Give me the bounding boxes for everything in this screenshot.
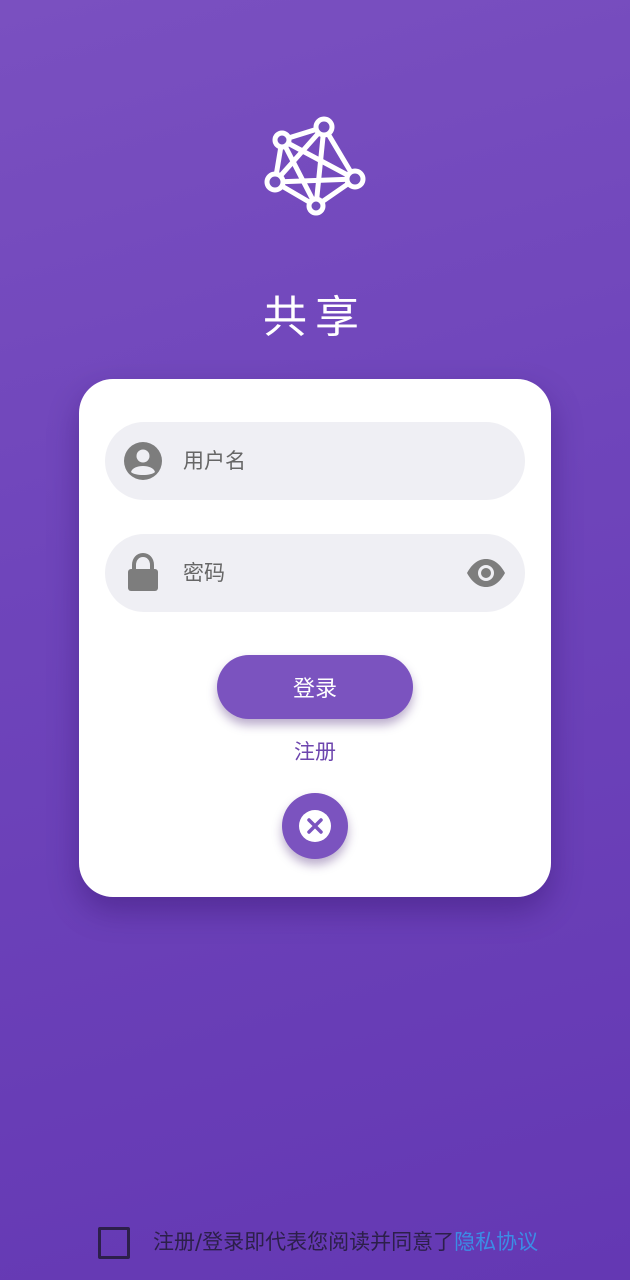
username-input[interactable] [183, 422, 453, 500]
login-button[interactable]: 登录 [217, 655, 413, 719]
username-field [105, 422, 525, 500]
password-field [105, 534, 525, 612]
login-card: 登录 注册 [79, 379, 551, 897]
network-graph-icon [264, 116, 366, 216]
agreement-checkbox[interactable] [98, 1227, 130, 1259]
agreement-row: 注册/登录即代表您阅读并同意了隐私协议 [98, 1225, 578, 1259]
privacy-policy-link[interactable]: 隐私协议 [454, 1230, 538, 1254]
close-circle-icon [299, 810, 331, 842]
eye-icon[interactable] [465, 556, 507, 590]
app-title: 共享 [263, 292, 367, 343]
lock-icon [128, 553, 158, 591]
agreement-text: 注册/登录即代表您阅读并同意了隐私协议 [153, 1225, 538, 1259]
register-link[interactable]: 注册 [79, 735, 551, 769]
close-button[interactable] [282, 793, 348, 859]
account-circle-icon [124, 442, 162, 480]
agreement-statement: 注册/登录即代表您阅读并同意了 [153, 1230, 455, 1254]
password-input[interactable] [183, 534, 453, 612]
